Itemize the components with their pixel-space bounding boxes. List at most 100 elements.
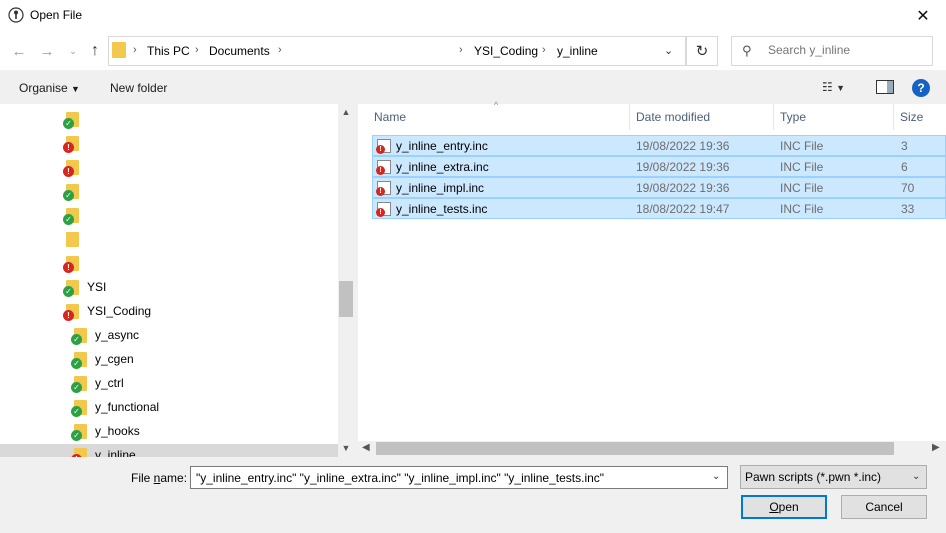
refresh-icon: ↻ [695, 43, 709, 60]
file-row[interactable]: ! y_inline_entry.inc 19/08/2022 19:36 INC F… [372, 135, 946, 156]
column-header-size[interactable]: Size [894, 104, 946, 130]
file-type-filter-select[interactable]: Pawn scripts (*.pwn *.inc) [740, 465, 927, 489]
tree-item[interactable]: ! [63, 132, 87, 154]
scroll-up-arrow-icon[interactable]: ▲ [338, 106, 354, 118]
file-row[interactable]: ! y_inline_impl.inc 19/08/2022 19:36 INC Fi… [372, 177, 946, 198]
file-name: y_inline_tests.inc [396, 202, 488, 216]
file-type: INC File [780, 160, 824, 174]
cancel-button[interactable]: Cancel [841, 495, 927, 519]
file-date-modified: 19/08/2022 19:36 [636, 181, 730, 195]
column-header-name[interactable]: Name [368, 104, 630, 130]
column-header-type[interactable]: Type [774, 104, 894, 130]
folder-icon: ✓ [63, 279, 79, 297]
forward-button[interactable]: → [36, 40, 58, 62]
details-view-icon: ☷ [822, 80, 833, 94]
file-row[interactable]: ! y_inline_tests.inc 18/08/2022 19:47 INC F… [372, 198, 946, 219]
inc-file-icon: ! [376, 202, 391, 217]
tree-item-label: YSI [87, 280, 107, 294]
tree-item[interactable]: ✓ YSI [63, 276, 107, 298]
synced-check-icon: ✓ [71, 357, 82, 369]
sync-error-icon: ! [376, 187, 385, 196]
file-date-modified: 19/08/2022 19:36 [636, 139, 730, 153]
scroll-left-arrow-icon[interactable]: ◀ [362, 442, 370, 453]
sync-error-icon: ! [63, 261, 74, 273]
change-view-button[interactable]: ☷ ▼ [822, 80, 845, 94]
chevron-down-icon[interactable]: ⌄ [712, 471, 720, 482]
synced-check-icon: ✓ [63, 285, 74, 297]
folder-icon: ! [63, 135, 79, 153]
new-folder-button[interactable]: New folder [110, 81, 167, 95]
tree-item[interactable]: ✓ [63, 204, 87, 226]
folder-icon: ! [71, 447, 87, 457]
close-button[interactable]: ✕ [900, 0, 946, 32]
address-dropdown-button[interactable]: ⌄ [664, 44, 673, 57]
tree-item[interactable]: ! [63, 156, 87, 178]
tree-item-label: y_async [95, 328, 140, 342]
sort-ascending-icon: ^ [494, 100, 499, 110]
tree-item[interactable] [66, 228, 87, 250]
open-button[interactable]: Open [741, 495, 827, 519]
organise-button[interactable]: Organise ▼ [19, 81, 80, 95]
file-name-field[interactable] [190, 466, 728, 489]
column-header-date[interactable]: Date modified [630, 104, 774, 130]
horizontal-scrollbar-thumb[interactable] [376, 442, 894, 455]
synced-check-icon: ✓ [71, 429, 82, 441]
scroll-down-arrow-icon[interactable]: ▼ [338, 441, 354, 455]
file-date-modified: 19/08/2022 19:36 [636, 160, 730, 174]
back-arrow-icon: ← [11, 42, 27, 60]
synced-check-icon: ✓ [63, 189, 74, 201]
chevron-down-icon: ⌄ [69, 45, 77, 56]
key-icon [8, 7, 24, 23]
sync-error-icon: ! [376, 166, 385, 175]
breadcrumb-y-inline[interactable]: y_inline [557, 44, 598, 58]
recent-locations-button[interactable]: ⌄ [62, 40, 84, 62]
tree-item[interactable]: ! [63, 252, 87, 274]
folder-icon: ✓ [63, 183, 79, 201]
up-arrow-icon: ↑ [91, 42, 99, 59]
back-button[interactable]: ← [8, 40, 30, 62]
tree-item[interactable]: ✓ y_async [71, 324, 140, 346]
breadcrumb-separator: › [542, 44, 546, 56]
file-size: 6 [901, 160, 908, 174]
inc-file-icon: ! [376, 181, 391, 196]
tree-item-label: y_hooks [95, 424, 140, 438]
folder-icon: ✓ [63, 111, 79, 129]
breadcrumb-documents[interactable]: Documents [209, 44, 270, 58]
folder-icon: ! [63, 255, 79, 273]
tree-item[interactable]: ✓ y_ctrl [71, 372, 124, 394]
file-row[interactable]: ! y_inline_extra.inc 19/08/2022 19:36 INC F… [372, 156, 946, 177]
file-name: y_inline_impl.inc [396, 181, 485, 195]
chevron-down-icon: ⌄ [664, 45, 674, 57]
tree-item[interactable]: ✓ y_cgen [71, 348, 134, 370]
breadcrumb-ysi-coding[interactable]: YSI_Coding [474, 44, 538, 58]
file-name-label: File name: [131, 471, 188, 485]
synced-check-icon: ✓ [71, 381, 82, 393]
tree-item-label: y_ctrl [95, 376, 124, 390]
tree-item[interactable]: ✓ y_functional [71, 396, 159, 418]
file-size: 3 [901, 139, 908, 153]
file-name: y_inline_extra.inc [396, 160, 489, 174]
up-button[interactable]: ↑ [84, 40, 106, 62]
breadcrumb-separator: › [195, 44, 199, 56]
search-icon: ⚲ [742, 43, 752, 58]
scroll-right-arrow-icon[interactable]: ▶ [932, 442, 940, 453]
breadcrumb-separator: › [133, 44, 137, 56]
tree-item[interactable]: ✓ [63, 108, 87, 130]
folder-icon: ✓ [71, 399, 87, 417]
folder-icon: ✓ [71, 351, 87, 369]
tree-item[interactable]: ✓ [63, 180, 87, 202]
preview-pane-button[interactable] [876, 80, 894, 94]
refresh-button[interactable]: ↻ [686, 36, 718, 66]
help-button[interactable]: ? [912, 79, 930, 97]
window-title: Open File [30, 8, 83, 22]
file-type: INC File [780, 202, 824, 216]
tree-scrollbar-thumb[interactable] [339, 281, 353, 317]
tree-item[interactable]: ! YSI_Coding [63, 300, 151, 322]
tree-item[interactable]: ! y_inline [0, 444, 338, 457]
breadcrumb-this-pc[interactable]: This PC [147, 44, 190, 58]
inc-file-icon: ! [376, 139, 391, 154]
search-input[interactable] [766, 37, 926, 63]
folder-icon: ✓ [71, 375, 87, 393]
sync-error-icon: ! [376, 208, 385, 217]
tree-item[interactable]: ✓ y_hooks [71, 420, 140, 442]
